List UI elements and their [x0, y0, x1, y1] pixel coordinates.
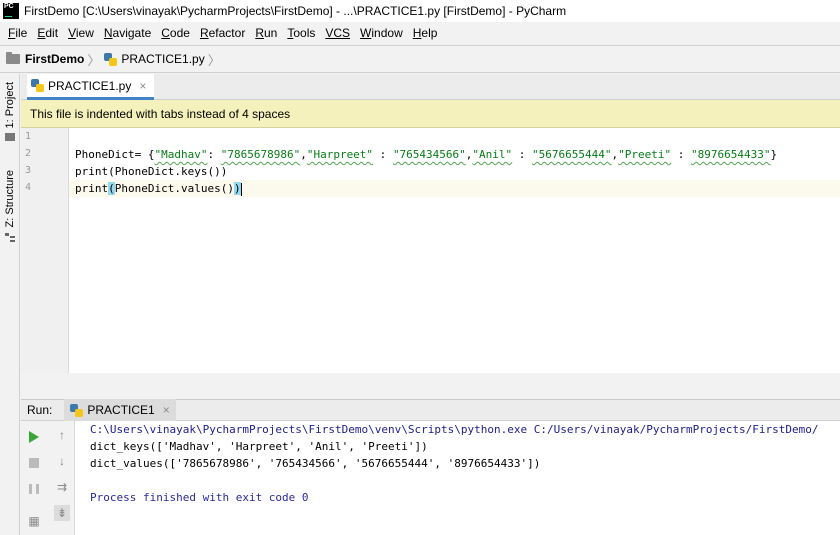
- menu-window[interactable]: Window: [355, 26, 408, 40]
- chevron-right-icon: 〉: [87, 52, 101, 68]
- menu-refactor[interactable]: Refactor: [195, 26, 250, 40]
- menu-navigate[interactable]: Navigate: [99, 26, 156, 40]
- run-tab-practice1[interactable]: PRACTICE1 ×: [64, 399, 176, 421]
- play-icon: [29, 431, 39, 443]
- code-editor[interactable]: 1 2 3 4 PhoneDict= {"Madhav": "786567898…: [21, 128, 840, 373]
- line-number: 3: [25, 165, 32, 176]
- menu-help[interactable]: Help: [408, 26, 443, 40]
- tab-practice1[interactable]: PRACTICE1.py ×: [27, 74, 155, 100]
- breadcrumb-project[interactable]: FirstDemo: [6, 52, 84, 66]
- python-file-icon: [31, 79, 44, 92]
- code-line: print(PhoneDict.keys()): [75, 165, 228, 178]
- line-gutter: 1 2 3 4: [21, 128, 69, 373]
- code-line-current: print(PhoneDict.values()): [69, 180, 840, 197]
- menu-code[interactable]: Code: [156, 26, 195, 40]
- line-number: 2: [25, 148, 32, 159]
- pycharm-logo-icon: PC: [3, 3, 19, 19]
- pause-button[interactable]: [26, 481, 42, 497]
- breadcrumb: FirstDemo 〉 PRACTICE1.py 〉: [0, 45, 840, 73]
- scroll-to-end-icon: ⇟: [56, 506, 68, 520]
- arrow-down-icon: ↓: [59, 454, 65, 468]
- menu-tools[interactable]: Tools: [282, 26, 320, 40]
- scroll-down-button[interactable]: ↓: [54, 453, 70, 469]
- soft-wrap-icon: ⇉: [56, 480, 68, 494]
- console-exit-line: Process finished with exit code 0: [90, 491, 309, 504]
- arrow-up-icon: ↑: [59, 428, 65, 442]
- left-tool-strip: 1: Project Z: Structure: [0, 74, 20, 535]
- window-title: FirstDemo [C:\Users\vinayak\PycharmProje…: [24, 4, 567, 18]
- console-command-line: C:\Users\vinayak\PycharmProjects\FirstDe…: [90, 423, 819, 436]
- folder-icon: [5, 133, 15, 142]
- console-output-line: dict_values(['7865678986', '765434566', …: [90, 457, 541, 470]
- run-toolbar: ↑ ↓ ⇉ ▦ ⇟: [21, 421, 75, 535]
- rerun-button[interactable]: [26, 429, 42, 445]
- code-line: PhoneDict= {"Madhav": "7865678986","Harp…: [75, 148, 778, 161]
- menu-edit[interactable]: Edit: [32, 26, 63, 40]
- folder-icon: [6, 52, 20, 64]
- tool-tab-structure[interactable]: Z: Structure: [0, 170, 20, 243]
- menu-vcs[interactable]: VCS: [320, 26, 355, 40]
- python-file-icon: [70, 403, 84, 417]
- scroll-up-button[interactable]: ↑: [54, 427, 70, 443]
- soft-wrap-button[interactable]: ⇉: [54, 479, 70, 495]
- close-icon[interactable]: ×: [163, 403, 170, 417]
- tool-tab-project[interactable]: 1: Project: [0, 82, 20, 142]
- menu-file[interactable]: File: [3, 26, 32, 40]
- layout-button[interactable]: ▦: [26, 513, 42, 529]
- stop-button[interactable]: [26, 455, 42, 471]
- run-panel: ↑ ↓ ⇉ ▦ ⇟ C:\Users\vinayak\PycharmProjec…: [21, 421, 840, 535]
- menu-run[interactable]: Run: [250, 26, 282, 40]
- pause-icon: [29, 484, 39, 494]
- run-panel-header: Run: PRACTICE1 ×: [21, 399, 840, 421]
- run-label: Run:: [27, 403, 53, 417]
- layout-icon: ▦: [28, 514, 40, 528]
- menu-bar: File Edit View Navigate Code Refactor Ru…: [0, 22, 840, 44]
- stop-icon: [29, 458, 39, 468]
- scroll-to-end-button[interactable]: ⇟: [54, 505, 70, 521]
- structure-icon: [5, 233, 15, 243]
- title-bar: PC FirstDemo [C:\Users\vinayak\PycharmPr…: [0, 0, 840, 22]
- line-number: 1: [25, 131, 32, 142]
- editor-tab-bar: PRACTICE1.py ×: [21, 74, 840, 100]
- breadcrumb-file[interactable]: PRACTICE1.py: [104, 52, 205, 66]
- menu-view[interactable]: View: [63, 26, 99, 40]
- console-output[interactable]: C:\Users\vinayak\PycharmProjects\FirstDe…: [75, 421, 840, 535]
- python-file-icon: [104, 52, 118, 66]
- line-number: 4: [25, 182, 32, 193]
- text-caret: [240, 182, 242, 196]
- code-area[interactable]: PhoneDict= {"Madhav": "7865678986","Harp…: [69, 128, 840, 373]
- indent-warning-banner: This file is indented with tabs instead …: [21, 100, 840, 128]
- close-icon[interactable]: ×: [139, 79, 146, 93]
- console-output-line: dict_keys(['Madhav', 'Harpreet', 'Anil',…: [90, 440, 428, 453]
- chevron-right-icon: 〉: [207, 52, 221, 68]
